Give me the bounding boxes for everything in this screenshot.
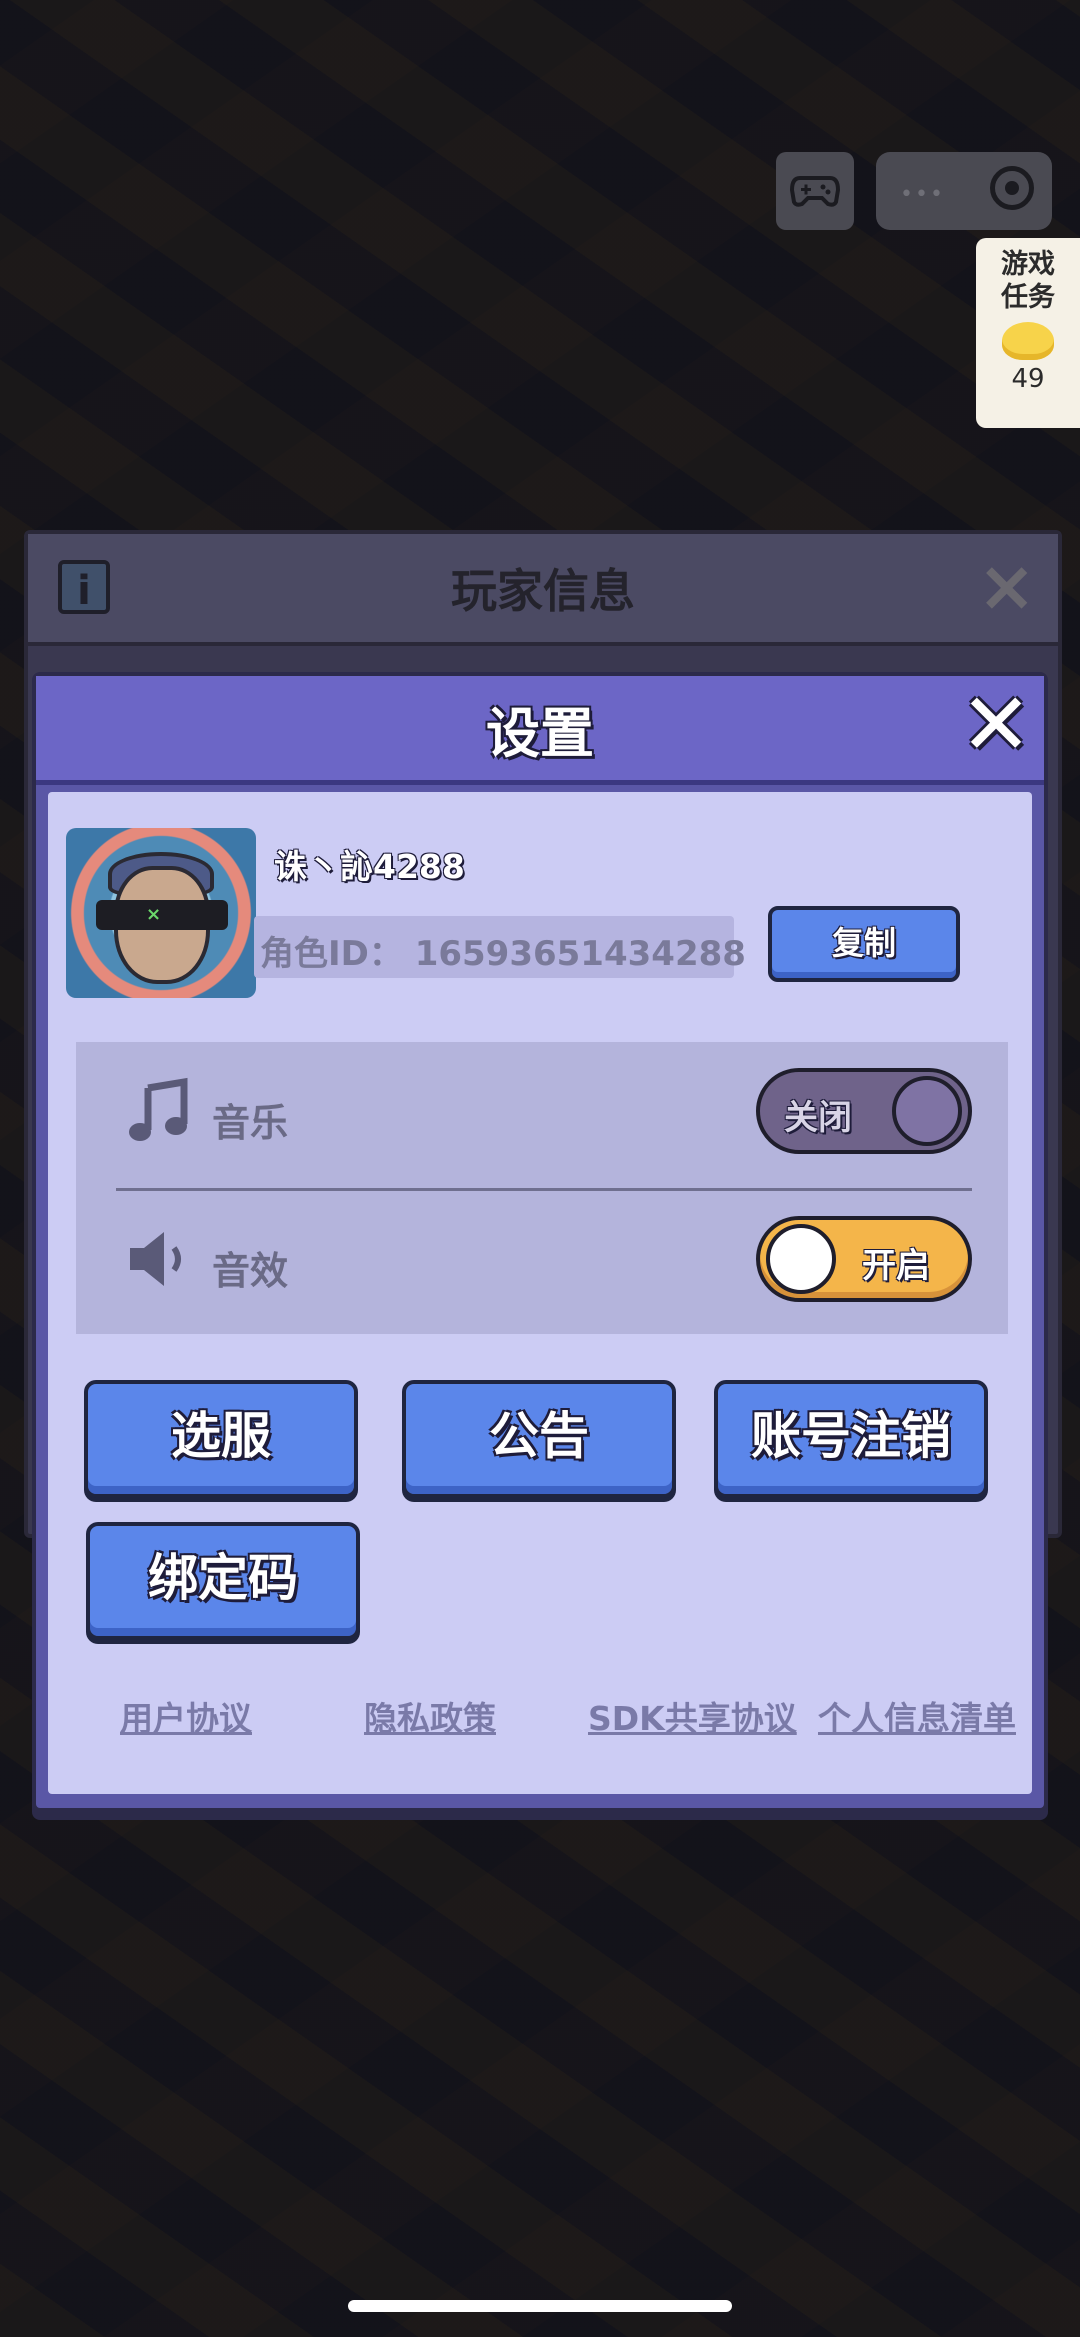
- user-agreement-link[interactable]: 用户协议: [120, 1692, 252, 1740]
- gamepad-icon: [790, 176, 840, 207]
- music-toggle-text: 关闭: [784, 1098, 852, 1138]
- personal-info-link[interactable]: 个人信息清单: [818, 1692, 1016, 1740]
- sfx-toggle[interactable]: 开启: [756, 1216, 972, 1302]
- sfx-row: 音效 开启: [76, 1200, 1008, 1320]
- music-row: 音乐 关闭: [76, 1052, 1008, 1172]
- avatar-glasses: ×: [96, 900, 228, 930]
- close-icon[interactable]: ✕: [960, 682, 1032, 768]
- cancel-account-button[interactable]: 账号注销: [714, 1380, 988, 1498]
- info-icon[interactable]: i: [58, 560, 110, 614]
- player-info-title: 玩家信息: [451, 564, 635, 618]
- task-label: 游戏任务: [1001, 249, 1055, 313]
- home-indicator[interactable]: [348, 2300, 732, 2312]
- sfx-toggle-text: 开启: [862, 1246, 930, 1286]
- music-note-icon: [129, 1077, 188, 1141]
- settings-body: × 诛丶訫4288 角色ID： 16593651434288 复制 音乐 关闭: [48, 792, 1032, 1794]
- gamepad-button[interactable]: [776, 152, 854, 230]
- music-toggle-knob: [892, 1076, 962, 1146]
- sfx-label: 音效: [212, 1249, 289, 1293]
- username: 诛丶訫4288: [274, 847, 465, 886]
- top-controls: •••: [0, 152, 1080, 232]
- gold-coin-icon: [1002, 322, 1054, 360]
- settings-dialog: 设置 ✕ × 诛丶訫4288 角色ID： 16593651434288 复制 音…: [32, 672, 1048, 1812]
- speaker-icon: [130, 1232, 181, 1286]
- player-info-close-icon[interactable]: ×: [977, 551, 1036, 621]
- role-id: 角色ID： 16593651434288: [260, 934, 746, 974]
- settings-title: 设置: [486, 701, 594, 765]
- sound-panel: 音乐 关闭 音效 开启: [76, 1042, 1008, 1334]
- select-server-button[interactable]: 选服: [84, 1380, 358, 1498]
- sfx-toggle-knob: [766, 1224, 836, 1294]
- copy-button[interactable]: 复制: [768, 906, 960, 982]
- notice-button[interactable]: 公告: [402, 1380, 676, 1498]
- mini-program-capsule: •••: [876, 152, 1052, 230]
- sdk-sharing-link[interactable]: SDK共享协议: [588, 1692, 797, 1740]
- task-count: 49: [1011, 364, 1045, 394]
- privacy-policy-link[interactable]: 隐私政策: [364, 1692, 496, 1740]
- game-task-card[interactable]: 游戏任务 49: [976, 238, 1080, 428]
- legal-links: 用户协议 隐私政策 SDK共享协议 个人信息清单: [48, 1692, 1040, 1742]
- settings-header: 设置 ✕: [36, 676, 1044, 785]
- music-label: 音乐: [212, 1101, 289, 1145]
- target-icon[interactable]: [990, 166, 1034, 210]
- more-dots-icon[interactable]: •••: [900, 182, 945, 207]
- sound-divider: [116, 1188, 972, 1191]
- avatar[interactable]: ×: [66, 828, 256, 998]
- player-info-header: i 玩家信息 ×: [28, 534, 1058, 646]
- music-toggle[interactable]: 关闭: [756, 1068, 972, 1154]
- bind-code-button[interactable]: 绑定码: [86, 1522, 360, 1640]
